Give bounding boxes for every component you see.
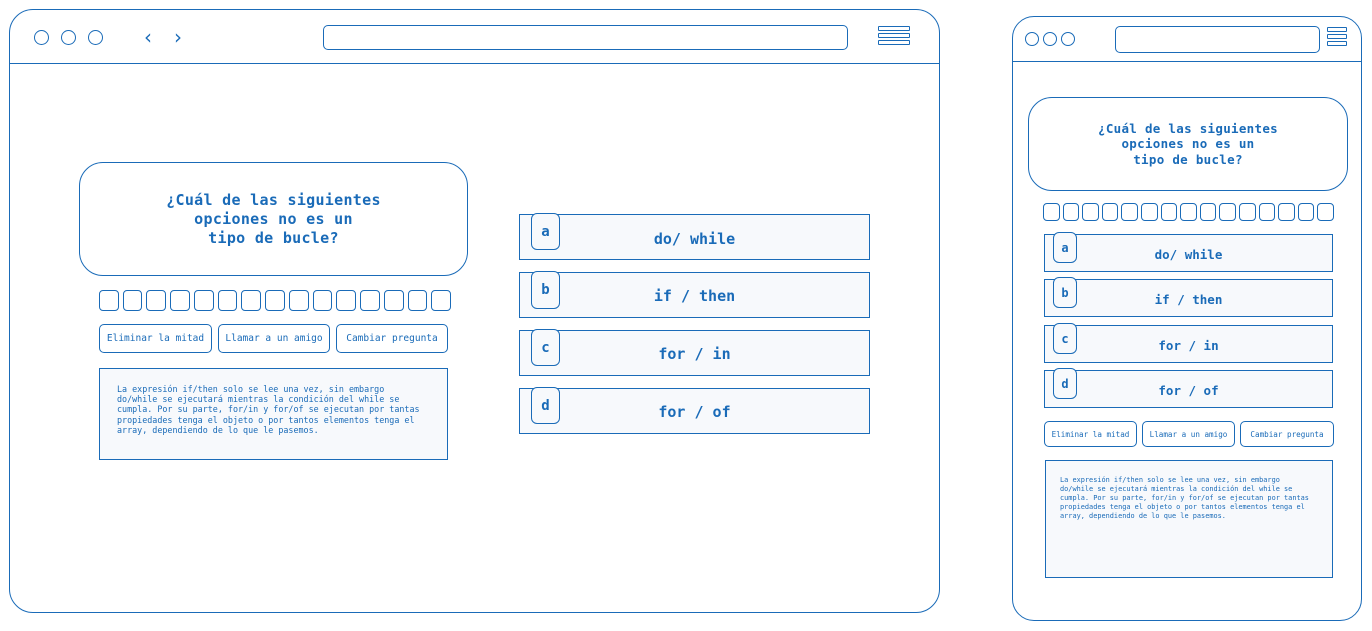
answer-option-b-mobile[interactable]: if / then (1044, 279, 1333, 317)
answer-label: do/ while (1154, 247, 1223, 262)
progress-step (407, 290, 428, 311)
window-close-dot[interactable] (34, 30, 49, 45)
answer-option-d[interactable]: for / of (519, 388, 870, 434)
desktop-titlebar: ‹ › (10, 10, 939, 64)
progress-step (122, 290, 143, 311)
progress-step (217, 290, 238, 311)
progress-step (1101, 203, 1119, 221)
address-bar[interactable] (323, 25, 848, 50)
progress-step (1238, 203, 1256, 221)
progress-step (193, 290, 214, 311)
progress-step (1121, 203, 1138, 221)
question-card-mobile: ¿Cuál de las siguientes opciones no es u… (1028, 97, 1348, 191)
window-minimize-dot[interactable] (61, 30, 76, 45)
change-question-button[interactable]: Cambiar pregunta (1240, 421, 1334, 447)
progress-step (1160, 203, 1178, 221)
answer-letter-b-mobile: b (1053, 277, 1077, 308)
window-maximize-dot[interactable] (88, 30, 103, 45)
progress-step (241, 290, 262, 311)
answer-label: for / in (1158, 338, 1219, 353)
question-progress (99, 290, 452, 311)
window-maximize-dot[interactable] (1061, 32, 1075, 46)
answer-letter-a-mobile: a (1053, 232, 1077, 263)
progress-step (1043, 203, 1060, 221)
progress-step (1140, 203, 1158, 221)
progress-step (431, 290, 452, 311)
lifelines-mobile: Eliminar la mitad Llamar a un amigo Camb… (1044, 421, 1334, 447)
answer-letter-d: d (531, 387, 560, 424)
progress-step (336, 290, 357, 311)
progress-step (1219, 203, 1236, 221)
answer-option-c-mobile[interactable]: for / in (1044, 325, 1333, 363)
progress-step (1297, 203, 1315, 221)
explanation-panel-mobile: La expresión if/then solo se lee una vez… (1045, 460, 1333, 578)
progress-step (170, 290, 190, 311)
progress-step (1062, 203, 1080, 221)
eliminate-half-button[interactable]: Eliminar la mitad (1044, 421, 1137, 447)
answer-label: do/ while (653, 230, 736, 248)
call-friend-button[interactable]: Llamar a un amigo (218, 324, 330, 353)
answer-letter-b: b (531, 271, 560, 309)
change-question-button[interactable]: Cambiar pregunta (336, 324, 448, 353)
progress-step (360, 290, 380, 311)
progress-step (1180, 203, 1197, 221)
answer-option-c[interactable]: for / in (519, 330, 870, 376)
progress-step (146, 290, 167, 311)
answer-letter-a: a (531, 213, 560, 250)
question-progress-mobile (1043, 203, 1334, 221)
progress-step (1258, 203, 1276, 221)
progress-step (99, 290, 119, 311)
lifelines: Eliminar la mitad Llamar a un amigo Camb… (99, 324, 448, 353)
hamburger-menu-icon[interactable] (1327, 27, 1347, 49)
window-close-dot[interactable] (1025, 32, 1039, 46)
progress-step (288, 290, 309, 311)
answer-label: for / in (658, 345, 731, 363)
progress-step (1082, 203, 1099, 221)
progress-step (1199, 203, 1217, 221)
answer-option-b[interactable]: if / then (519, 272, 870, 318)
answer-letter-c: c (531, 329, 560, 366)
progress-step (383, 290, 404, 311)
answer-option-d-mobile[interactable]: for / of (1044, 370, 1333, 408)
chevron-left-icon[interactable]: ‹ (144, 27, 152, 47)
answer-option-a[interactable]: do/ while (519, 214, 870, 260)
explanation-panel: La expresión if/then solo se lee una vez… (99, 368, 448, 460)
eliminate-half-button[interactable]: Eliminar la mitad (99, 324, 212, 353)
progress-step (1278, 203, 1295, 221)
answer-label: for / of (1158, 383, 1219, 398)
window-minimize-dot[interactable] (1043, 32, 1057, 46)
answer-letter-c-mobile: c (1053, 323, 1077, 354)
progress-step (265, 290, 285, 311)
progress-step (312, 290, 333, 311)
mobile-titlebar (1013, 17, 1361, 62)
answer-label: for / of (658, 403, 731, 421)
call-friend-button[interactable]: Llamar a un amigo (1142, 421, 1235, 447)
answer-label: if / then (653, 287, 736, 305)
progress-step (1317, 203, 1334, 221)
answer-label: if / then (1154, 292, 1223, 307)
address-bar[interactable] (1115, 26, 1320, 53)
answer-option-a-mobile[interactable]: do/ while (1044, 234, 1333, 272)
chevron-right-icon[interactable]: › (174, 27, 182, 47)
answer-letter-d-mobile: d (1053, 368, 1077, 399)
hamburger-menu-icon[interactable] (878, 26, 910, 48)
question-card: ¿Cuál de las siguientes opciones no es u… (79, 162, 468, 276)
